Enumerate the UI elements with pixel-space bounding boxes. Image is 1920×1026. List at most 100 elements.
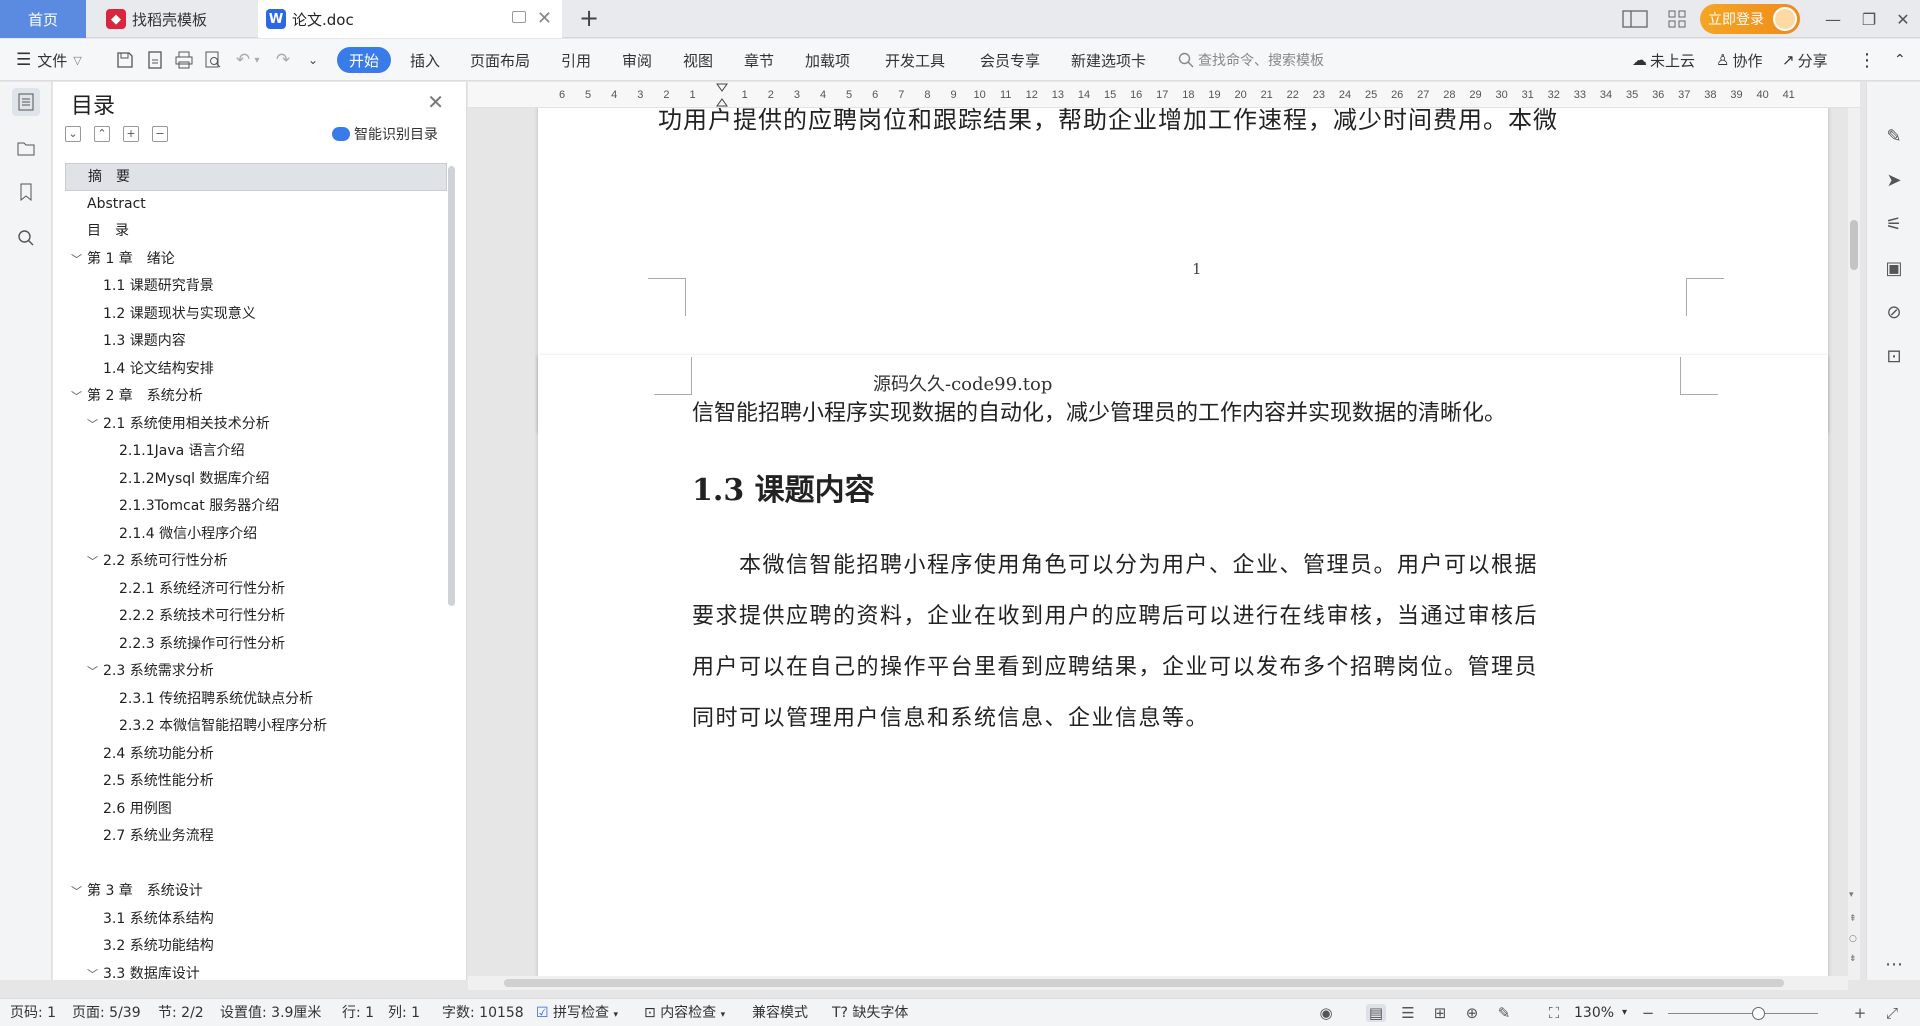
horizontal-ruler[interactable]: 6 5 4 3 2 1 1 2 3 4 5 6 7 8 9 10 11 12 13 14 15 16 17 18 19 20 21 2… <box>468 82 1860 108</box>
chevron-down-icon[interactable]: ﹀ <box>71 383 82 411</box>
toc-item[interactable]: ﹀ 2.3 系统需求分析 <box>65 658 447 686</box>
zoom-level[interactable]: 130% <box>1574 999 1614 1026</box>
toc-item[interactable]: 1.3 课题内容 <box>65 328 447 356</box>
reading-view-icon[interactable]: ⊞ <box>1430 1004 1450 1022</box>
add-item-icon[interactable]: + <box>123 126 139 142</box>
toc-item[interactable]: ﹀ 第 3 章 系统设计 <box>65 878 447 906</box>
chevron-down-icon[interactable]: ﹀ <box>87 658 98 686</box>
toc-item[interactable]: 2.2.1 系统经济可行性分析 <box>65 576 447 604</box>
expand-all-icon[interactable]: ⌄ <box>65 126 81 142</box>
status-row[interactable]: 行: 1 <box>342 999 374 1026</box>
zoom-dropdown-icon[interactable]: ▾ <box>1622 999 1627 1026</box>
toc-item[interactable]: ﹀ 2.1 系统使用相关技术分析 <box>65 411 447 439</box>
pen-edit-icon[interactable]: ✎ <box>1880 122 1908 150</box>
write-view-icon[interactable]: ✎ <box>1494 1004 1514 1022</box>
select-browse-icon[interactable]: ○ <box>1849 934 1857 944</box>
tab-template[interactable]: ◆ 找稻壳模板 <box>88 0 256 38</box>
cloud-status-button[interactable]: ☁ 未上云 <box>1632 39 1695 81</box>
close-icon[interactable]: ✕ <box>427 90 444 114</box>
status-section[interactable]: 节: 2/2 <box>158 999 204 1026</box>
ribbon-tab-developer[interactable]: 开发工具 <box>885 39 945 81</box>
scroll-down-icon[interactable]: ▾ <box>1849 890 1854 900</box>
ribbon-tab-view[interactable]: 视图 <box>683 39 713 81</box>
toc-item[interactable]: 2.1.3Tomcat 服务器介绍 <box>65 493 447 521</box>
ribbon-tab-start[interactable]: 开始 <box>337 47 391 73</box>
toc-item[interactable]: 2.7 系统业务流程 <box>65 823 447 851</box>
new-tab-button[interactable]: + <box>574 4 604 34</box>
horizontal-scroll-thumb[interactable] <box>504 979 1784 987</box>
page-view-icon[interactable]: ▤ <box>1366 1004 1386 1022</box>
ribbon-tab-new[interactable]: 新建选项卡 <box>1071 39 1146 81</box>
export-pdf-icon[interactable] <box>144 49 166 71</box>
status-setting[interactable]: 设置值: 3.9厘米 <box>220 999 321 1026</box>
eye-protection-icon[interactable]: ◉ <box>1316 1004 1336 1022</box>
outline-view-icon[interactable]: ☰ <box>1398 1004 1418 1022</box>
zoom-in-icon[interactable]: + <box>1850 1004 1870 1022</box>
status-column[interactable]: 列: 1 <box>388 999 420 1026</box>
chevron-down-icon[interactable]: ﹀ <box>71 246 82 274</box>
login-button[interactable]: 立即登录 <box>1700 4 1800 34</box>
toc-item[interactable]: 2.1.2Mysql 数据库介绍 <box>65 466 447 494</box>
toc-item[interactable]: 2.5 系统性能分析 <box>65 768 447 796</box>
customize-toolbar-icon[interactable]: ⌄ <box>302 49 324 71</box>
image-tool-icon[interactable]: ▣ <box>1880 254 1908 282</box>
remove-item-icon[interactable]: − <box>152 126 168 142</box>
toc-item[interactable]: 2.1.4 微信小程序介绍 <box>65 521 447 549</box>
web-view-icon[interactable]: ⊕ <box>1462 1004 1482 1022</box>
toc-item[interactable]: 目 录 <box>65 218 447 246</box>
bookmark-icon[interactable] <box>12 178 40 206</box>
redo-icon[interactable]: ↷ <box>272 49 294 71</box>
spell-check-button[interactable]: ☑ 拼写检查 ▾ <box>536 999 618 1026</box>
collaborate-button[interactable]: ♙ 协作 <box>1716 39 1762 81</box>
collapse-all-icon[interactable]: ⌃ <box>94 126 110 142</box>
ribbon-tab-insert[interactable]: 插入 <box>410 39 440 81</box>
chevron-down-icon[interactable]: ﹀ <box>87 411 98 439</box>
restore-icon[interactable]: ❐ <box>1856 6 1882 32</box>
indent-marker[interactable] <box>716 83 728 107</box>
ribbon-tab-addins[interactable]: 加载项 <box>805 39 850 81</box>
zoom-slider[interactable] <box>1668 1013 1818 1014</box>
print-icon[interactable] <box>173 49 195 71</box>
file-menu-button[interactable]: ☰ 文件 ▽ <box>16 39 82 81</box>
toc-item[interactable]: ﹀ 2.2 系统可行性分析 <box>65 548 447 576</box>
minimize-icon[interactable]: — <box>1820 6 1846 32</box>
toc-item[interactable]: 2.3.2 本微信智能招聘小程序分析 <box>65 713 447 741</box>
toc-item[interactable]: ﹀ 第 2 章 系统分析 <box>65 383 447 411</box>
grid-apps-icon[interactable] <box>1664 6 1690 32</box>
toc-item[interactable]: 2.3.1 传统招聘系统优缺点分析 <box>65 686 447 714</box>
undo-dropdown-icon[interactable]: ▾ <box>246 49 268 71</box>
tab-home[interactable]: 首页 <box>0 0 86 38</box>
toc-item[interactable]: 1.1 课题研究背景 <box>65 273 447 301</box>
vertical-scroll-thumb[interactable] <box>1850 220 1858 270</box>
more-options-icon[interactable]: ⋮ <box>1858 39 1876 81</box>
close-window-icon[interactable]: ✕ <box>1890 6 1916 32</box>
adjust-sliders-icon[interactable]: ⚟ <box>1880 210 1908 238</box>
toc-scrollbar[interactable] <box>448 166 455 606</box>
toc-item[interactable]: 3.1 系统体系结构 <box>65 906 447 934</box>
toc-item[interactable]: 2.1.1Java 语言介绍 <box>65 438 447 466</box>
horizontal-scrollbar[interactable] <box>468 976 1848 990</box>
vertical-scrollbar[interactable]: ▾ ⇞ ○ ⇟ <box>1848 108 1860 980</box>
chevron-down-icon[interactable]: ﹀ <box>87 961 98 989</box>
missing-font-button[interactable]: T? 缺失字体 <box>832 999 908 1026</box>
close-tab-icon[interactable]: ✕ <box>537 8 552 29</box>
ribbon-tab-references[interactable]: 引用 <box>561 39 591 81</box>
command-search-input[interactable]: 查找命令、搜索模板 <box>1178 47 1408 73</box>
document-canvas[interactable]: 功用户提供的应聘岗位和跟踪结果，帮助企业增加工作速程，减少时间费用。本微 1 源… <box>468 108 1860 980</box>
toc-item[interactable]: ﹀ 3.3 数据库设计 <box>65 961 447 989</box>
chevron-down-icon[interactable]: ﹀ <box>87 548 98 576</box>
save-icon[interactable] <box>114 49 136 71</box>
search-icon[interactable] <box>12 224 40 252</box>
fit-page-icon[interactable]: ⛶ <box>1544 1004 1564 1022</box>
toc-item[interactable]: Abstract <box>65 191 447 219</box>
toc-item[interactable]: 摘 要 <box>65 163 447 191</box>
chapter-nav-icon[interactable] <box>12 134 40 162</box>
zoom-out-icon[interactable]: − <box>1638 1004 1658 1022</box>
select-pointer-icon[interactable]: ➤ <box>1880 166 1908 194</box>
print-preview-icon[interactable] <box>202 49 224 71</box>
pin-window-icon[interactable] <box>512 11 526 23</box>
status-pages[interactable]: 页面: 5/39 <box>72 999 141 1026</box>
next-page-icon[interactable]: ⇟ <box>1849 954 1857 964</box>
ribbon-tab-chapter[interactable]: 章节 <box>744 39 774 81</box>
ribbon-tab-layout[interactable]: 页面布局 <box>470 39 530 81</box>
